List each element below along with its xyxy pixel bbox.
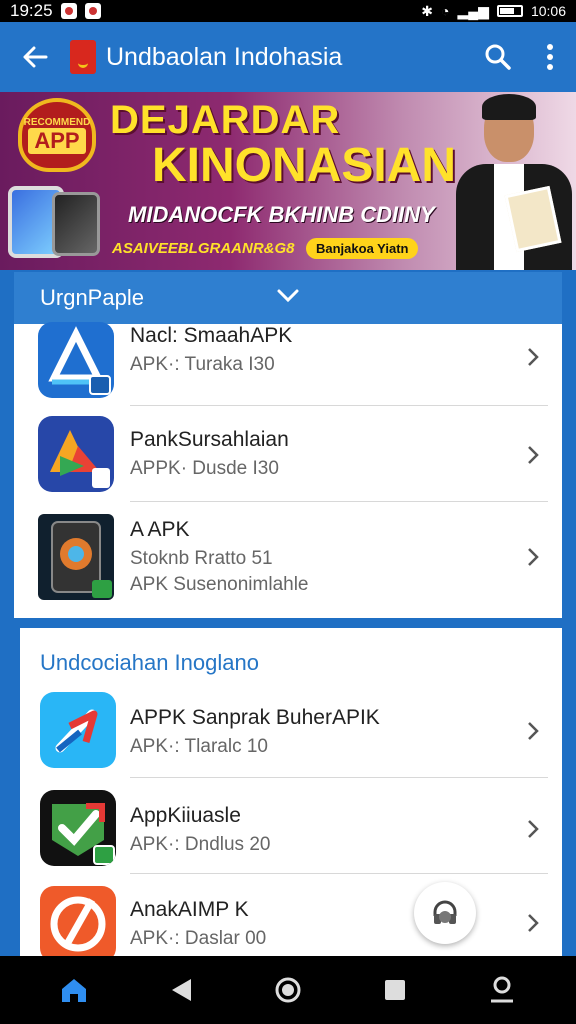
search-button[interactable] (472, 22, 524, 92)
chevron-right-icon (528, 914, 539, 932)
app-icon-b (38, 416, 114, 492)
search-icon (485, 44, 511, 70)
app-icon-d (40, 692, 116, 768)
back-arrow-icon (23, 46, 48, 68)
divider (130, 777, 548, 778)
item-subtitle: Stoknb Rratto 51 (130, 548, 273, 569)
status-time: 19:25 (10, 1, 53, 20)
bluetooth-icon: ✱ (421, 2, 434, 19)
divider (130, 873, 548, 874)
section-header-label: UrgnPaple (40, 285, 144, 310)
chevron-right-icon (528, 348, 539, 366)
banner-headline-2: KINONASIAN (152, 139, 457, 192)
nav-profile-button[interactable] (474, 962, 530, 1018)
home-circle-icon (275, 977, 301, 1003)
item-name: AnakAIMP K (130, 898, 249, 921)
battery-icon (496, 5, 523, 17)
item-subtitle-2: APK Susenonimlahle (130, 574, 309, 595)
back-triangle-icon (171, 979, 191, 1001)
app-bar: Undbaolan Indohasia (0, 22, 576, 92)
chevron-right-icon (528, 820, 539, 838)
app-icon-a (38, 322, 114, 398)
item-name: PankSursahlaian (130, 428, 289, 451)
badge-big-text: APP (28, 127, 86, 154)
item-subtitle: APK·: Tlaralc 10 (130, 736, 268, 757)
banner-footer: ASAIVEEBLGRAANR&G8 (112, 240, 295, 257)
status-right-time: 10:06 (530, 3, 566, 19)
app-badge: RECOMMEND APP (18, 98, 96, 172)
list-item[interactable]: Nacl: SmaahAPK APK·: Turaka I30 (14, 312, 562, 406)
status-bar: 19:25 ✱ ◔ ▂▄▆ 10:06 (0, 0, 576, 22)
list-item[interactable]: AppKiiuasle APK·: Dndlus 20 (20, 780, 562, 874)
home-tab-button[interactable] (46, 962, 102, 1018)
list-item[interactable]: PankSursahlaian APPK· Dusde I30 (14, 408, 562, 502)
featured-section: UrgnPaple Nacl: SmaahAPK APK·: Turaka I3… (14, 272, 562, 618)
more-vert-icon (547, 44, 553, 70)
chevron-right-icon (528, 548, 539, 566)
app-icon-c (38, 514, 114, 600)
item-name: APPK Sanprak BuherAPIK (130, 706, 380, 729)
item-name: AppKiiuasle (130, 804, 241, 827)
recents-square-icon (385, 980, 406, 1000)
floating-action-button[interactable] (414, 882, 476, 944)
app-logo-icon (70, 40, 96, 74)
item-subtitle: APK·: Dndlus 20 (130, 834, 271, 855)
notification-icon (60, 3, 77, 19)
section-title: Undcociahan Inoglano (40, 650, 259, 675)
headset-icon (433, 900, 457, 924)
list-item[interactable]: A APK Stoknb Rratto 51 APK Susenonimlahl… (14, 502, 562, 612)
list-item[interactable]: APPK Sanprak BuherAPIK APK·: Tlaralc 10 (20, 684, 562, 778)
presenter-image (448, 92, 576, 270)
banner-pill: Banjakoa Yiatn (306, 238, 419, 259)
notification-icon-2 (84, 3, 101, 19)
promo-banner[interactable]: RECOMMEND APP DEJARDAR KINONASIAN MIDANO… (0, 92, 576, 270)
item-subtitle: APK·: Daslar 00 (130, 928, 267, 949)
nav-back-button[interactable] (153, 962, 209, 1018)
phone-image-2 (52, 192, 100, 256)
nav-recents-button[interactable] (367, 962, 423, 1018)
home-icon (61, 979, 86, 1002)
overflow-menu-button[interactable] (524, 22, 576, 92)
item-name: Nacl: SmaahAPK (130, 324, 293, 347)
signal-icon: ▂▄▆ (457, 2, 489, 19)
recommended-section: Undcociahan Inoglano APPK Sanprak BuherA… (20, 628, 562, 956)
app-icon-e (40, 790, 116, 866)
back-button[interactable] (0, 22, 70, 92)
system-nav-bar (0, 956, 576, 1024)
divider (130, 405, 548, 406)
profile-icon (491, 976, 514, 1003)
app-title: Undbaolan Indohasia (106, 42, 343, 71)
nav-home-button[interactable] (260, 962, 316, 1018)
chevron-right-icon (528, 446, 539, 464)
wifi-icon: ◔ (441, 3, 450, 19)
item-subtitle: APK·: Turaka I30 (130, 354, 275, 375)
list-item[interactable]: AnakAIMP K APK·: Daslar 00 (20, 876, 562, 956)
badge-small-text: RECOMMEND (23, 116, 91, 128)
item-name: A APK (130, 518, 190, 541)
banner-headline-1: DEJARDAR (110, 98, 341, 142)
banner-subline: MIDANOCFK BKHINB CDIINY (128, 202, 435, 227)
chevron-right-icon (528, 722, 539, 740)
app-icon-f (40, 886, 116, 956)
item-subtitle: APPK· Dusde I30 (130, 458, 279, 479)
chevron-down-icon (277, 289, 299, 303)
